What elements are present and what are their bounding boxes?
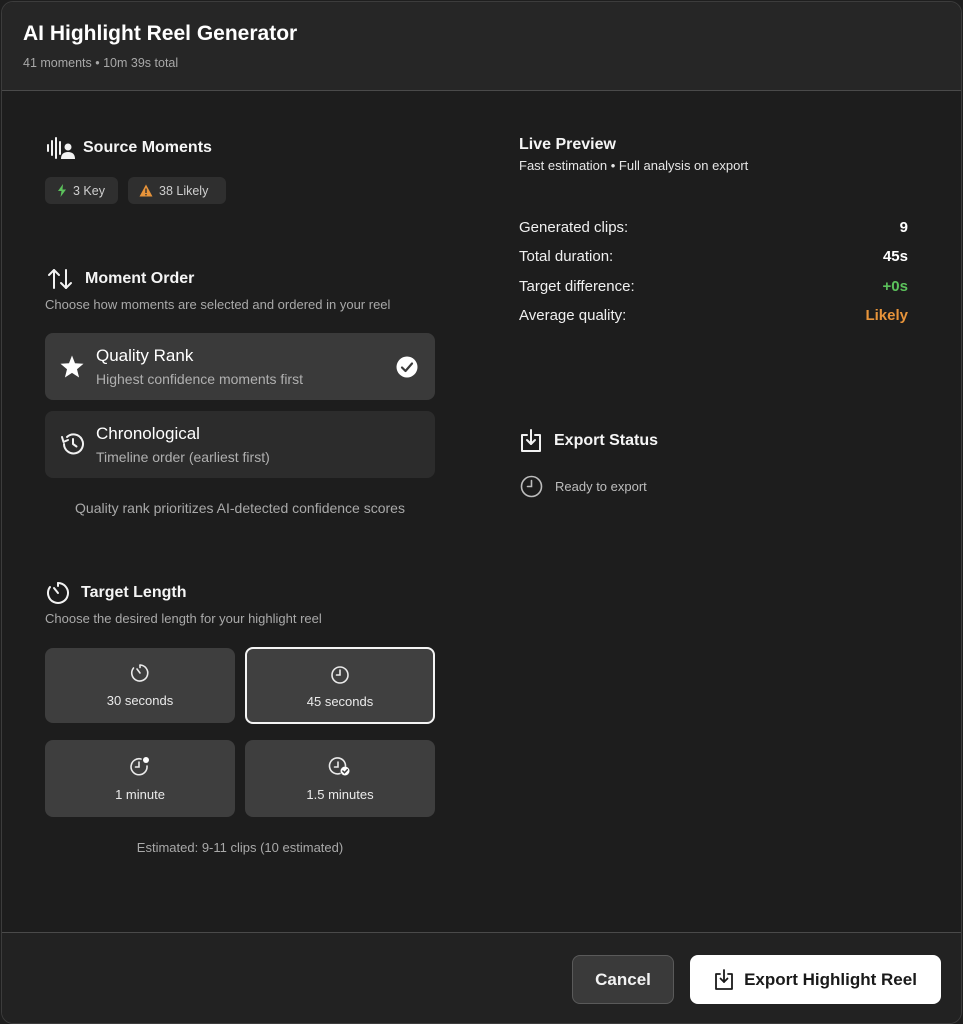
clip-estimate-text: Estimated: 9-11 clips (10 estimated) — [136, 840, 344, 855]
length-label-1-5m: 1.5 minutes — [306, 787, 374, 802]
star-icon — [60, 355, 84, 378]
timer-icon — [47, 582, 69, 604]
chronological-description: Timeline order (earliest first) — [96, 449, 270, 465]
clock-check-icon — [328, 757, 350, 776]
stat-label-quality: Average quality: — [519, 307, 627, 324]
likely-moments-label: 38 Likely — [159, 183, 209, 198]
quality-rank-description: Highest confidence moments first — [96, 371, 303, 387]
checkmark-circle-icon — [396, 356, 418, 378]
moment-order-description: Choose how moments are selected and orde… — [45, 297, 391, 312]
length-label-45s: 45 seconds — [306, 694, 374, 709]
live-preview-subtitle: Fast estimation • Full analysis on expor… — [519, 158, 749, 173]
cancel-button[interactable]: Cancel — [572, 955, 674, 1004]
clock-icon — [520, 475, 543, 498]
target-length-description: Choose the desired length for your highl… — [45, 611, 322, 626]
waveform-person-icon — [47, 137, 75, 159]
warning-icon — [139, 184, 153, 197]
dialog-header: AI Highlight Reel Generator 41 moments •… — [2, 2, 961, 91]
stat-label-clips: Generated clips: — [519, 219, 629, 236]
quality-rank-title: Quality Rank — [96, 346, 194, 365]
export-status-title: Export Status — [554, 432, 659, 449]
target-length-title: Target Length — [81, 584, 187, 601]
chronological-option[interactable]: Chronological Timeline order (earliest f… — [45, 411, 435, 478]
stat-label-duration: Total duration: — [519, 248, 614, 265]
timer-icon — [130, 664, 149, 682]
export-highlight-reel-button[interactable]: Export Highlight Reel — [690, 955, 941, 1004]
length-label-1m: 1 minute — [115, 787, 165, 802]
export-button-label: Export Highlight Reel — [744, 969, 917, 989]
stat-value-target-difference: +0s — [882, 278, 908, 295]
source-moments-title: Source Moments — [83, 139, 212, 156]
live-preview-title: Live Preview — [519, 136, 616, 153]
dialog-title: AI Highlight Reel Generator — [23, 22, 298, 45]
clock-dot-icon — [130, 757, 149, 776]
key-moments-badge: 3 Key — [45, 177, 118, 204]
clock-icon — [331, 666, 349, 684]
quality-rank-option[interactable]: Quality Rank Highest confidence moments … — [45, 333, 435, 400]
cancel-button-label: Cancel — [595, 969, 651, 989]
length-option-30s[interactable]: 30 seconds — [45, 648, 235, 723]
length-option-1-5m[interactable]: 1.5 minutes — [245, 740, 435, 817]
stat-value-quality: Likely — [865, 307, 908, 324]
sort-arrows-icon — [48, 269, 72, 289]
export-status-text: Ready to export — [555, 479, 647, 494]
key-moments-label: 3 Key — [73, 183, 105, 198]
likely-moments-badge: 38 Likely — [128, 177, 226, 204]
stat-label-target-difference: Target difference: — [519, 278, 635, 295]
chronological-title: Chronological — [96, 424, 200, 443]
highlight-reel-dialog: AI Highlight Reel Generator 41 moments •… — [1, 1, 962, 1024]
stat-value-clips: 9 — [899, 219, 908, 236]
length-label-30s: 30 seconds — [106, 693, 174, 708]
length-option-45s[interactable]: 45 seconds — [245, 647, 435, 724]
moment-order-title: Moment Order — [85, 270, 195, 287]
order-hint-text: Quality rank prioritizes AI-detected con… — [75, 500, 405, 516]
lightning-icon — [58, 184, 66, 197]
dialog-subtitle: 41 moments • 10m 39s total — [23, 56, 179, 70]
length-option-1m[interactable]: 1 minute — [45, 740, 235, 817]
download-tray-icon — [715, 968, 733, 990]
stat-value-duration: 45s — [882, 248, 908, 265]
history-icon — [61, 433, 84, 455]
download-tray-icon — [521, 429, 541, 452]
